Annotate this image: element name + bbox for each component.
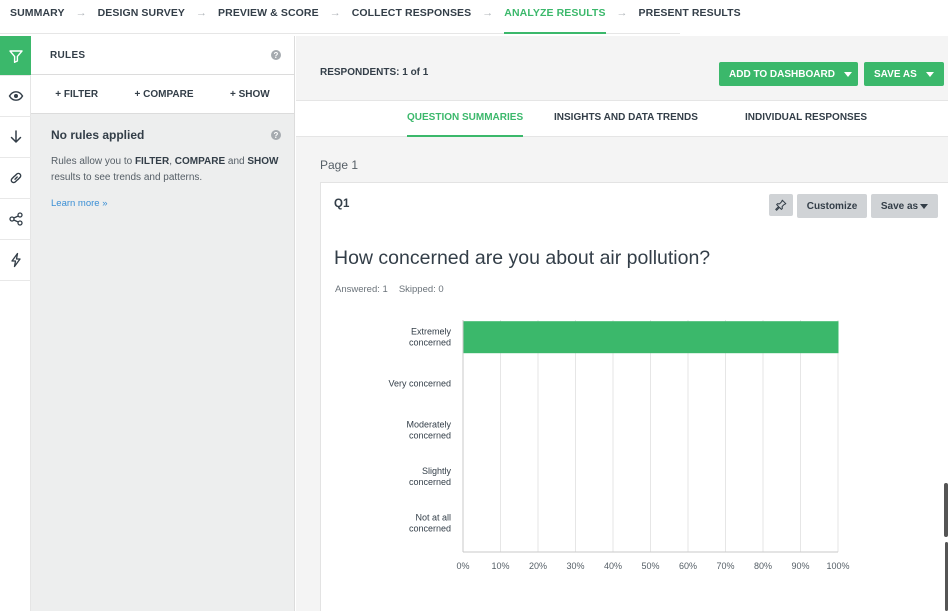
arrow-right-icon: → bbox=[482, 6, 494, 19]
tab-individual-responses[interactable]: INDIVIDUAL RESPONSES bbox=[745, 101, 867, 137]
x-tick-label: 0% bbox=[456, 561, 469, 571]
category-label-line: concerned bbox=[409, 431, 451, 441]
respondents-bar: RESPONDENTS: 1 of 1 ADD TO DASHBOARD SAV… bbox=[296, 36, 948, 100]
export-rail-button[interactable] bbox=[0, 117, 31, 158]
skipped-count: Skipped: 0 bbox=[398, 284, 444, 295]
no-rules-heading: No rules applied bbox=[51, 128, 145, 142]
help-icon[interactable]: ? bbox=[271, 50, 281, 60]
category-label-line: Extremely bbox=[411, 327, 452, 337]
top-navigation: SUMMARY → DESIGN SURVEY → PREVIEW & SCORE → CO… bbox=[0, 0, 741, 34]
x-tick-label: 100% bbox=[826, 561, 849, 571]
x-tick-label: 30% bbox=[566, 561, 584, 571]
tab-insights-and-data-trends[interactable]: INSIGHTS AND DATA TRENDS bbox=[554, 101, 698, 137]
x-tick-label: 70% bbox=[716, 561, 734, 571]
arrow-right-icon: → bbox=[329, 6, 341, 19]
eye-icon bbox=[8, 91, 23, 101]
nav-step-present-results[interactable]: PRESENT RESULTS bbox=[639, 0, 741, 34]
category-label-line: Very concerned bbox=[388, 379, 451, 389]
nav-step-collect-responses[interactable]: COLLECT RESPONSES bbox=[352, 0, 472, 34]
lightning-icon bbox=[10, 252, 21, 268]
views-rail-button[interactable] bbox=[0, 76, 31, 117]
filter-rail-button[interactable] bbox=[0, 36, 31, 76]
question-title: How concerned are you about air pollutio… bbox=[334, 247, 711, 269]
x-tick-label: 50% bbox=[641, 561, 659, 571]
category-label-line: concerned bbox=[409, 477, 451, 487]
rules-body: No rules applied ? Rules allow you to FI… bbox=[31, 114, 294, 209]
x-tick-label: 60% bbox=[679, 561, 697, 571]
category-label: Not at all concerned bbox=[409, 512, 451, 533]
x-tick-label: 90% bbox=[791, 561, 809, 571]
customize-button[interactable]: Customize bbox=[797, 194, 867, 218]
category-label-line: Moderately bbox=[406, 420, 451, 430]
share-rail-button[interactable] bbox=[0, 199, 31, 240]
pin-icon bbox=[775, 199, 787, 211]
category-label-line: Slightly bbox=[422, 466, 452, 476]
add-compare-button[interactable]: + COMPARE bbox=[135, 89, 194, 100]
rules-actions: + FILTER + COMPARE + SHOW bbox=[31, 75, 294, 114]
arrow-right-icon: → bbox=[75, 6, 87, 19]
x-tick-label: 80% bbox=[754, 561, 772, 571]
share-icon bbox=[8, 212, 23, 226]
category-label: Very concerned bbox=[388, 379, 451, 389]
category-label: Moderately concerned bbox=[406, 420, 451, 441]
question-id: Q1 bbox=[334, 198, 350, 210]
arrow-right-icon: → bbox=[196, 6, 208, 19]
tab-question-summaries[interactable]: QUESTION SUMMARIES bbox=[407, 101, 524, 137]
page-label: Page 1 bbox=[320, 158, 359, 172]
x-tick-label: 10% bbox=[491, 561, 509, 571]
nav-step-design-survey[interactable]: DESIGN SURVEY bbox=[98, 0, 185, 34]
nav-step-analyze-results[interactable]: ANALYZE RESULTS bbox=[504, 0, 606, 34]
pin-button[interactable] bbox=[769, 194, 793, 216]
help-icon[interactable]: ? bbox=[271, 130, 281, 140]
link-icon bbox=[10, 172, 21, 184]
save-as-label: SAVE AS bbox=[874, 68, 917, 80]
category-label: Slightly concerned bbox=[409, 466, 452, 487]
rules-description: Rules allow you to FILTER, COMPARE and S… bbox=[51, 156, 279, 183]
respondents-count: RESPONDENTS: 1 of 1 bbox=[320, 67, 429, 78]
link-rail-button[interactable] bbox=[0, 158, 31, 199]
rules-header: RULES ? bbox=[31, 36, 294, 75]
filter-icon bbox=[8, 49, 23, 63]
chevron-down-icon bbox=[843, 71, 852, 77]
response-stats: Answered: 1 Skipped: 0 bbox=[335, 284, 444, 295]
category-label-line: concerned bbox=[409, 523, 451, 533]
save-as-menu-button[interactable]: Save as bbox=[871, 194, 938, 218]
answered-count: Answered: 1 bbox=[335, 284, 388, 295]
learn-more-link[interactable]: Learn more » bbox=[51, 198, 281, 209]
save-as-menu-label: Save as bbox=[880, 200, 919, 212]
add-to-dashboard-button[interactable]: ADD TO DASHBOARD bbox=[719, 62, 858, 86]
category-label-line: concerned bbox=[409, 338, 451, 348]
nav-step-preview-score[interactable]: PREVIEW & SCORE bbox=[218, 0, 319, 34]
scrollbar-thumb[interactable] bbox=[944, 483, 948, 537]
add-filter-button[interactable]: + FILTER bbox=[55, 89, 98, 100]
icon-rail bbox=[0, 36, 31, 611]
download-icon bbox=[10, 130, 21, 143]
data-bar bbox=[463, 321, 839, 354]
x-tick-label: 20% bbox=[529, 561, 547, 571]
save-as-button[interactable]: SAVE AS bbox=[864, 62, 944, 86]
chevron-down-icon bbox=[920, 203, 929, 209]
category-label: Extremely concerned bbox=[409, 327, 452, 348]
add-show-button[interactable]: + SHOW bbox=[230, 89, 270, 100]
bar-chart: 0% 10% 20% 30% 40% 50% 60% 70% 80% 90% 100% Extreme… bbox=[388, 320, 850, 571]
nav-step-summary[interactable]: SUMMARY bbox=[10, 0, 65, 34]
rules-title: RULES bbox=[50, 49, 86, 61]
results-tabs: QUESTION SUMMARIES INSIGHTS AND DATA TRE… bbox=[296, 100, 948, 137]
arrow-right-icon: → bbox=[616, 6, 628, 19]
chevron-down-icon bbox=[925, 71, 934, 77]
insights-rail-button[interactable] bbox=[0, 240, 31, 281]
x-tick-label: 40% bbox=[604, 561, 622, 571]
category-label-line: Not at all bbox=[415, 512, 451, 522]
add-to-dashboard-label: ADD TO DASHBOARD bbox=[729, 68, 835, 80]
rules-panel: RULES ? + FILTER + COMPARE + SHOW No rul… bbox=[31, 36, 295, 611]
